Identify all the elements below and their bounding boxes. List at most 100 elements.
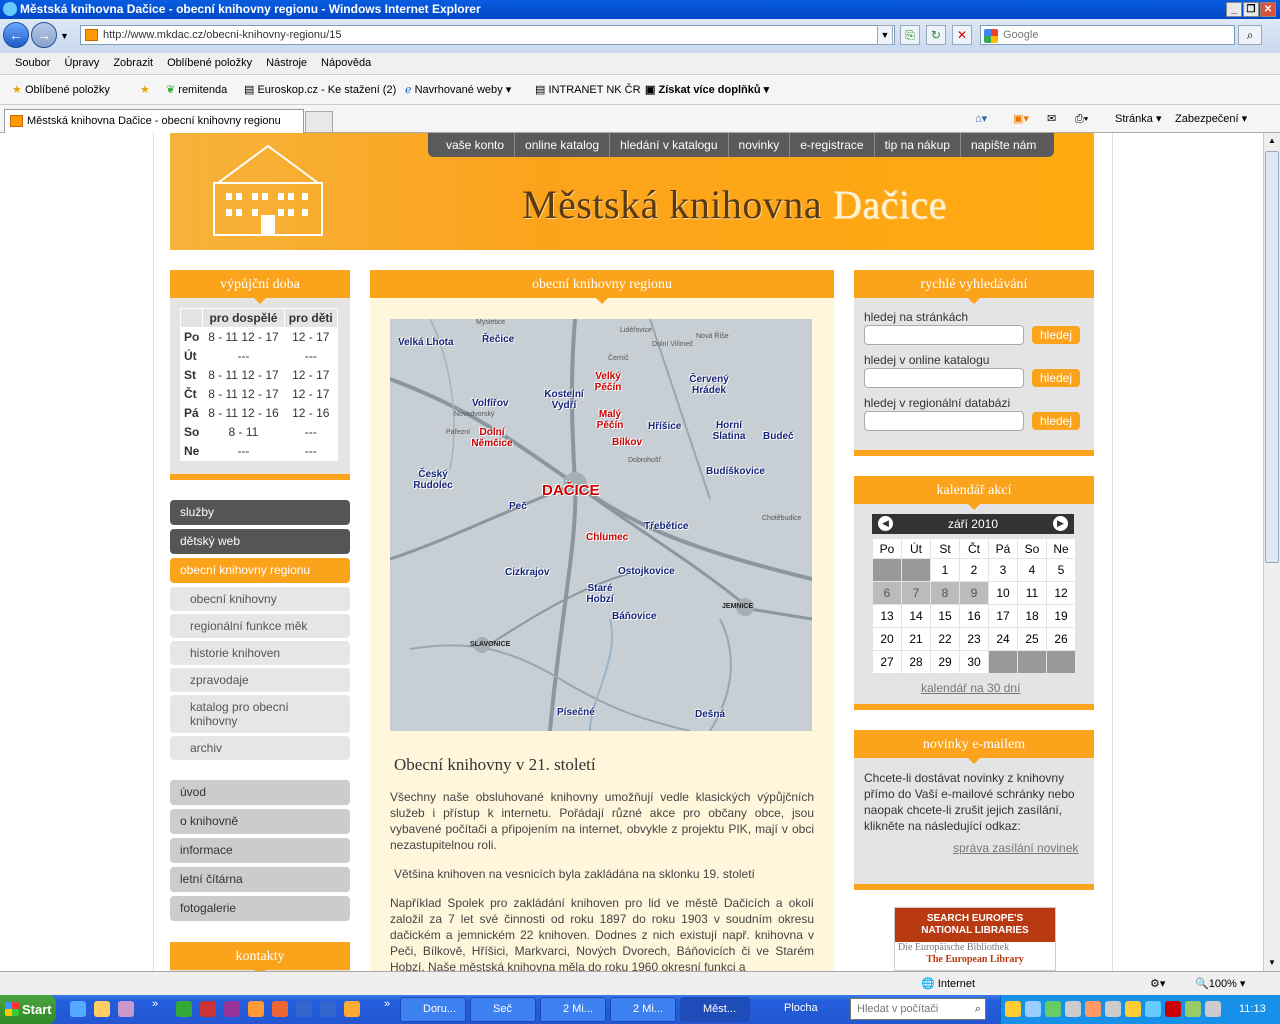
search-catalog-button[interactable]: hledej xyxy=(1032,369,1080,387)
tray-icon[interactable] xyxy=(1145,1001,1161,1017)
calendar-day[interactable]: 30 xyxy=(959,650,989,674)
url-dropdown-icon[interactable]: ▼ xyxy=(877,25,893,45)
antivirus-icon[interactable] xyxy=(1165,1001,1181,1017)
calendar-day[interactable]: 15 xyxy=(930,604,960,628)
search-site-button[interactable]: hledej xyxy=(1032,326,1080,344)
calendar-day[interactable]: 6 xyxy=(872,581,902,605)
search-go-icon[interactable]: ⌕ xyxy=(1238,25,1262,45)
quicklaunch-more-icon[interactable]: » xyxy=(384,998,390,1010)
menu-tools[interactable]: Nástroje xyxy=(259,53,314,74)
favorites-button[interactable]: ★ Oblíbené položky xyxy=(12,76,110,105)
fav-get-addons[interactable]: ▣ Získat více doplňků ▾ xyxy=(645,76,769,105)
calendar-day[interactable]: 2 xyxy=(959,558,989,582)
fav-link-remitenda[interactable]: ❦ remitenda xyxy=(166,76,227,105)
calendar-day[interactable]: 10 xyxy=(988,581,1018,605)
calendar-day[interactable]: 8 xyxy=(930,581,960,605)
clock[interactable]: 11:13 xyxy=(1239,995,1266,1024)
app-launch-icon[interactable] xyxy=(296,1001,312,1017)
sidebar-item-regional-libraries[interactable]: obecní knihovny regionu xyxy=(170,558,350,583)
page-menu[interactable]: Stránka ▾ xyxy=(1115,105,1162,133)
tray-icon[interactable] xyxy=(1125,1001,1141,1017)
menu-view[interactable]: Zobrazit xyxy=(106,53,160,74)
menu-edit[interactable]: Úpravy xyxy=(57,53,106,74)
subnav-library-history[interactable]: historie knihoven xyxy=(170,641,350,665)
close-button[interactable]: ✕ xyxy=(1260,2,1276,17)
calendar-day[interactable]: 20 xyxy=(872,627,902,651)
taskbar-item[interactable]: Seč xyxy=(470,997,536,1022)
tray-icon[interactable] xyxy=(1065,1001,1081,1017)
scroll-up-icon[interactable]: ▲ xyxy=(1265,133,1279,149)
nav-news[interactable]: novinky xyxy=(729,133,791,157)
history-dropdown-icon[interactable]: ▼ xyxy=(60,31,69,41)
subnav-municipal-libraries[interactable]: obecní knihovny xyxy=(170,587,350,611)
calendar-day[interactable]: 12 xyxy=(1046,581,1076,605)
calendar-prev-icon[interactable]: ◀ xyxy=(878,516,893,531)
app-launch-icon[interactable] xyxy=(224,1001,240,1017)
rss-icon[interactable]: ▣▾ xyxy=(1013,105,1029,133)
outlook-launch-icon[interactable] xyxy=(248,1001,264,1017)
volume-icon[interactable] xyxy=(1205,1001,1221,1017)
nav-purchase-tip[interactable]: tip na nákup xyxy=(875,133,961,157)
back-button[interactable]: ← xyxy=(3,22,29,48)
calendar-day[interactable]: 23 xyxy=(959,627,989,651)
minimize-button[interactable]: _ xyxy=(1226,2,1242,17)
sidebar-item-services[interactable]: služby xyxy=(170,500,350,525)
excel-launch-icon[interactable] xyxy=(176,1001,192,1017)
tab-active[interactable]: Městská knihovna Dačice - obecní knihovn… xyxy=(4,109,304,133)
calendar-day[interactable]: 3 xyxy=(988,558,1018,582)
search-icon[interactable]: ⌕ xyxy=(975,999,981,1019)
app-launch-icon[interactable] xyxy=(200,1001,216,1017)
search-catalog-input[interactable] xyxy=(864,368,1024,388)
print-icon[interactable]: ⎙▾ xyxy=(1075,105,1088,133)
sidebar-item-kids-web[interactable]: dětský web xyxy=(170,529,350,554)
nav-contact-us[interactable]: napište nám xyxy=(961,133,1046,157)
tray-icon[interactable] xyxy=(1105,1001,1121,1017)
calendar-day[interactable]: 16 xyxy=(959,604,989,628)
calendar-day[interactable]: 5 xyxy=(1046,558,1076,582)
calendar-day[interactable]: 17 xyxy=(988,604,1018,628)
subnav-catalog[interactable]: katalog pro obecní knihovny xyxy=(170,695,350,733)
start-button[interactable]: Start xyxy=(0,995,56,1024)
calendar-next-icon[interactable]: ▶ xyxy=(1053,516,1068,531)
subnav-archive[interactable]: archiv xyxy=(170,736,350,760)
ie-launch-icon[interactable] xyxy=(70,1001,86,1017)
scrollbar-thumb[interactable] xyxy=(1265,151,1279,563)
calendar-day[interactable]: 19 xyxy=(1046,604,1076,628)
calendar-day[interactable]: 1 xyxy=(930,558,960,582)
calendar-day[interactable]: 9 xyxy=(959,581,989,605)
sidebar-item-summer-reading[interactable]: letní čítárna xyxy=(170,867,350,892)
newsletter-manage-link[interactable]: správa zasílání novinek xyxy=(953,841,1078,855)
fav-link-intranet[interactable]: ▤ INTRANET NK ČR xyxy=(535,76,641,105)
tray-icon[interactable] xyxy=(1085,1001,1101,1017)
word-launch-icon[interactable] xyxy=(320,1001,336,1017)
taskbar-item[interactable]: 2 Mi... xyxy=(540,997,606,1022)
sidebar-item-home[interactable]: úvod xyxy=(170,780,350,805)
add-favorite-icon[interactable]: ★ xyxy=(140,76,150,105)
tray-icon[interactable] xyxy=(1005,1001,1021,1017)
protected-mode-icon[interactable]: ⚙▾ xyxy=(1150,972,1165,996)
explorer-launch-icon[interactable] xyxy=(94,1001,110,1017)
nav-online-catalog[interactable]: online katalog xyxy=(515,133,611,157)
calendar-day[interactable]: 4 xyxy=(1017,558,1047,582)
tray-icon[interactable] xyxy=(1185,1001,1201,1017)
fav-link-euroskop[interactable]: ▤ Euroskop.cz - Ke stažení (2) xyxy=(244,76,396,105)
search-input[interactable]: Google xyxy=(980,25,1235,45)
stop-icon[interactable]: ✕ xyxy=(952,25,972,45)
desktop-search-input[interactable]: Hledat v počítači ⌕ xyxy=(850,998,986,1020)
maximize-button[interactable]: ❐ xyxy=(1243,2,1259,17)
calendar-day[interactable]: 18 xyxy=(1017,604,1047,628)
taskbar-item[interactable]: 2 Mi... xyxy=(610,997,676,1022)
calendar-day[interactable]: 28 xyxy=(901,650,931,674)
calendar-day[interactable]: 24 xyxy=(988,627,1018,651)
app-launch-icon[interactable] xyxy=(118,1001,134,1017)
nav-account[interactable]: vaše konto xyxy=(436,133,516,157)
url-input[interactable]: http://www.mkdac.cz/obecni-knihovny-regi… xyxy=(80,25,895,45)
powerpoint-launch-icon[interactable] xyxy=(272,1001,288,1017)
sidebar-item-gallery[interactable]: fotogalerie xyxy=(170,896,350,921)
calendar-day[interactable]: 22 xyxy=(930,627,960,651)
subnav-regional-functions[interactable]: regionální funkce měk xyxy=(170,614,350,638)
calendar-day[interactable]: 27 xyxy=(872,650,902,674)
new-tab-button[interactable] xyxy=(305,111,333,133)
app-launch-icon[interactable] xyxy=(344,1001,360,1017)
vertical-scrollbar[interactable]: ▲ ▼ xyxy=(1263,133,1280,971)
